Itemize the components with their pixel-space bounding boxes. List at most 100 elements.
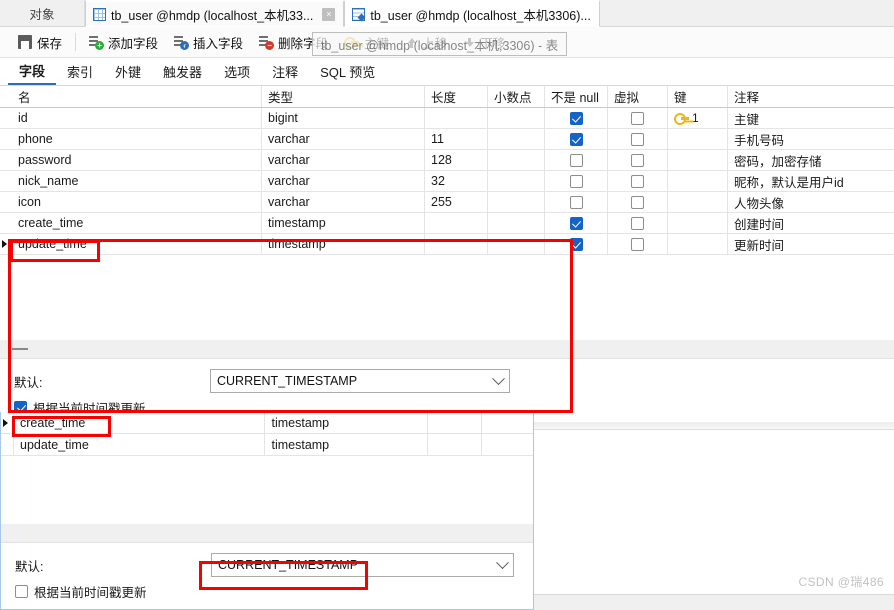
cell-virtual-checkbox[interactable]: [608, 171, 668, 191]
panel-collapse-bar[interactable]: [0, 340, 894, 359]
table-row[interactable]: nick_name varchar 32 昵称，默认是用户id: [0, 171, 894, 192]
save-button[interactable]: 保存: [10, 30, 70, 55]
document-tab-table-data[interactable]: tb_user @hmdp (localhost_本机33... ×: [85, 0, 345, 27]
cell-field-name[interactable]: id: [12, 108, 262, 128]
cell-field-name[interactable]: update_time: [12, 234, 262, 254]
column-header-virtual[interactable]: 虚拟: [608, 86, 668, 107]
cell-field-type[interactable]: timestamp: [262, 213, 425, 233]
tab-indexes[interactable]: 索引: [56, 58, 104, 85]
default-value-select[interactable]: CURRENT_TIMESTAMP: [210, 369, 510, 393]
tab-options[interactable]: 选项: [213, 58, 261, 85]
column-header-comment[interactable]: 注释: [728, 86, 894, 107]
table-row-selected[interactable]: update_time timestamp 更新时间: [0, 234, 894, 255]
cell-field-length[interactable]: 32: [425, 171, 488, 191]
column-header-key[interactable]: 键: [668, 86, 728, 107]
cell-virtual-checkbox[interactable]: [608, 192, 668, 212]
cell-field-type[interactable]: bigint: [262, 108, 425, 128]
cell-virtual-checkbox[interactable]: [608, 129, 668, 149]
cell-key[interactable]: [668, 129, 728, 149]
cell-field-name[interactable]: password: [12, 150, 262, 170]
cell-field-name[interactable]: update_time: [14, 434, 266, 455]
cell-field-length[interactable]: 11: [425, 129, 488, 149]
table-row[interactable]: update_time timestamp: [1, 434, 533, 456]
cell-comment[interactable]: 密码，加密存储: [728, 150, 894, 170]
tab-comment[interactable]: 注释: [261, 58, 309, 85]
column-header-decimals[interactable]: 小数点: [488, 86, 545, 107]
cell-key[interactable]: 1: [668, 108, 728, 128]
cell-field-length[interactable]: [425, 108, 488, 128]
cell-field-length[interactable]: 255: [425, 192, 488, 212]
panel-collapse-bar[interactable]: [1, 524, 533, 543]
cell-comment[interactable]: 创建时间: [728, 213, 894, 233]
cell-virtual-checkbox[interactable]: [608, 234, 668, 254]
cell-field-name[interactable]: icon: [12, 192, 262, 212]
column-header-type[interactable]: 类型: [262, 86, 425, 107]
table-row[interactable]: password varchar 128 密码，加密存储: [0, 150, 894, 171]
cell-not-null-checkbox[interactable]: [545, 150, 608, 170]
cell-field-name[interactable]: nick_name: [12, 171, 262, 191]
cell-not-null-checkbox[interactable]: [545, 192, 608, 212]
cell-key[interactable]: [668, 213, 728, 233]
cell-field-type[interactable]: varchar: [262, 171, 425, 191]
cell-key[interactable]: [668, 171, 728, 191]
default-value-select[interactable]: CURRENT_TIMESTAMP: [211, 553, 514, 577]
table-row[interactable]: id bigint 1 主键: [0, 108, 894, 129]
column-header-name[interactable]: 名: [12, 86, 262, 107]
cell-field-type[interactable]: timestamp: [265, 412, 429, 433]
cell-field-decimals[interactable]: [488, 129, 545, 149]
cell-not-null-checkbox[interactable]: [545, 213, 608, 233]
cell-comment[interactable]: 更新时间: [728, 234, 894, 254]
cell-key[interactable]: [668, 150, 728, 170]
cell-field-decimals[interactable]: [482, 434, 533, 455]
cell-not-null-checkbox[interactable]: [545, 108, 608, 128]
table-row[interactable]: phone varchar 11 手机号码: [0, 129, 894, 150]
close-icon[interactable]: ×: [322, 7, 336, 21]
on-update-row[interactable]: 根据当前时间戳更新: [15, 582, 533, 601]
column-header-not-null[interactable]: 不是 null: [545, 86, 608, 107]
cell-field-decimals[interactable]: [488, 108, 545, 128]
cell-field-name[interactable]: create_time: [12, 213, 262, 233]
cell-comment[interactable]: 人物头像: [728, 192, 894, 212]
objects-tab[interactable]: 对象: [0, 0, 85, 26]
cell-not-null-checkbox[interactable]: [545, 129, 608, 149]
table-row[interactable]: create_time timestamp 创建时间: [0, 213, 894, 234]
column-header-length[interactable]: 长度: [425, 86, 488, 107]
tab-foreign-keys[interactable]: 外键: [104, 58, 152, 85]
cell-field-type[interactable]: varchar: [262, 129, 425, 149]
cell-key[interactable]: [668, 192, 728, 212]
cell-field-name[interactable]: create_time: [14, 412, 266, 433]
document-tab-table-design[interactable]: tb_user @hmdp (localhost_本机3306)...: [344, 0, 600, 27]
cell-virtual-checkbox[interactable]: [608, 108, 668, 128]
cell-field-decimals[interactable]: [488, 213, 545, 233]
add-field-button[interactable]: + 添加字段: [81, 30, 166, 55]
cell-field-decimals[interactable]: [488, 171, 545, 191]
tab-fields[interactable]: 字段: [8, 58, 57, 85]
cell-field-type[interactable]: varchar: [262, 192, 425, 212]
cell-field-decimals[interactable]: [488, 192, 545, 212]
cell-not-null-checkbox[interactable]: [545, 234, 608, 254]
cell-field-length[interactable]: 128: [425, 150, 488, 170]
cell-field-length[interactable]: [428, 412, 483, 433]
cell-field-decimals[interactable]: [488, 150, 545, 170]
cell-comment[interactable]: 手机号码: [728, 129, 894, 149]
tab-sql-preview[interactable]: SQL 预览: [309, 58, 386, 85]
cell-comment[interactable]: 昵称，默认是用户id: [728, 171, 894, 191]
cell-virtual-checkbox[interactable]: [608, 150, 668, 170]
table-row[interactable]: icon varchar 255 人物头像: [0, 192, 894, 213]
cell-key[interactable]: [668, 234, 728, 254]
cell-field-type[interactable]: timestamp: [265, 434, 429, 455]
cell-virtual-checkbox[interactable]: [608, 213, 668, 233]
cell-field-type[interactable]: varchar: [262, 150, 425, 170]
tab-triggers[interactable]: 触发器: [152, 58, 213, 85]
cell-field-length[interactable]: [425, 213, 488, 233]
cell-comment[interactable]: 主键: [728, 108, 894, 128]
cell-field-decimals[interactable]: [488, 234, 545, 254]
cell-field-decimals[interactable]: [482, 412, 533, 433]
cell-field-length[interactable]: [425, 234, 488, 254]
table-row-selected[interactable]: create_time timestamp: [1, 412, 533, 434]
cell-field-length[interactable]: [428, 434, 483, 455]
cell-field-name[interactable]: phone: [12, 129, 262, 149]
insert-field-button[interactable]: ‹ 插入字段: [166, 30, 251, 55]
cell-field-type[interactable]: timestamp: [262, 234, 425, 254]
cell-not-null-checkbox[interactable]: [545, 171, 608, 191]
